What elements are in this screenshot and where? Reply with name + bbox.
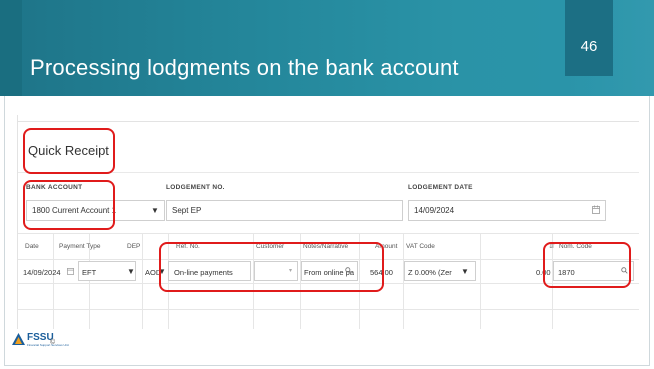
column-header-dep: DEP	[127, 243, 141, 250]
calendar-icon[interactable]	[67, 267, 74, 275]
row-vat-code: Z 0.00% (Zer	[408, 268, 452, 277]
slide-border-left	[4, 96, 5, 366]
highlight-ref-notes	[159, 242, 384, 292]
header-stripe	[0, 0, 22, 96]
slide-number-tab: 46	[565, 0, 613, 76]
screenshot-top-rule	[18, 121, 639, 122]
lodgement-no-value: Sept EP	[172, 206, 202, 215]
slide-number: 46	[580, 38, 598, 55]
highlight-form-title	[23, 128, 115, 174]
table-row-rule	[18, 309, 639, 310]
fssu-logo-icon	[12, 333, 25, 345]
slide: Processing lodgments on the bank account…	[0, 0, 654, 369]
column-header-date: Date	[25, 243, 39, 250]
lodgement-no-label: LODGEMENT NO.	[166, 184, 225, 191]
chevron-down-icon[interactable]: ▼	[127, 267, 135, 276]
lodgement-date-input[interactable]: 14/09/2024	[408, 200, 606, 221]
logo-subtitle: Financial Support Services Unit	[27, 343, 69, 347]
table-col-divider	[403, 233, 404, 329]
table-col-divider	[480, 233, 481, 329]
table-col-divider	[53, 233, 54, 329]
lodgement-no-input[interactable]: Sept EP	[166, 200, 403, 221]
highlight-nom-code	[543, 242, 631, 288]
row-date[interactable]: 14/09/2024	[23, 264, 61, 281]
chevron-down-icon[interactable]: ▼	[151, 206, 159, 215]
slide-title: Processing lodgments on the bank account	[30, 55, 459, 80]
column-header-vat-code: VAT Code	[406, 243, 435, 250]
chevron-down-icon[interactable]: ▼	[461, 267, 469, 276]
table-col-divider	[142, 233, 143, 329]
highlight-bank-account	[23, 180, 115, 230]
slide-border-bottom	[4, 365, 650, 366]
row-payment-type: EFT	[82, 268, 97, 277]
calendar-icon[interactable]	[592, 205, 600, 214]
copyright-mark: ©	[50, 339, 56, 346]
lodgement-date-label: LODGEMENT DATE	[408, 184, 473, 191]
slide-header: Processing lodgments on the bank account…	[0, 0, 654, 96]
slide-border-right	[649, 96, 650, 366]
column-header-payment-type: Payment Type	[59, 243, 101, 250]
lodgement-date-value: 14/09/2024	[414, 206, 455, 215]
table-top-rule	[18, 233, 639, 234]
